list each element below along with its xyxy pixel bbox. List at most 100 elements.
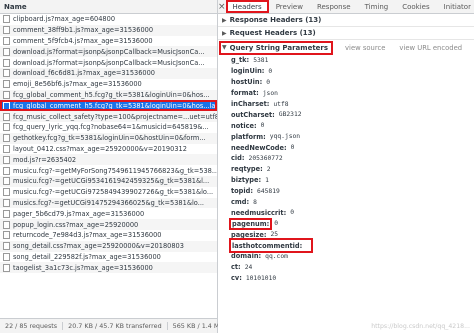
file-icon [3, 36, 10, 45]
request-row[interactable]: comment_5f9fcb4.js?max_age=31536000 [0, 36, 217, 47]
param-key: notice: [231, 121, 257, 130]
param-value: GB2312 [278, 111, 302, 119]
param-value: 25 [270, 231, 279, 239]
param-key: hostUin: [231, 78, 263, 87]
param-value: 8 [253, 198, 257, 206]
query-param-row: notice: 0 [231, 120, 474, 131]
request-count: 22 / 85 requests [0, 322, 64, 330]
request-name: fcg_global_comment_h5.fcg?g_tk=5381&logi… [13, 101, 217, 110]
tab-headers[interactable]: Headers [225, 0, 269, 13]
request-row[interactable]: layout_0412.css?max_age=25920000&v=20190… [0, 144, 217, 155]
request-row[interactable]: download_f6c6d81.js?max_age=31536000 [0, 67, 217, 79]
file-icon [3, 209, 10, 218]
close-icon[interactable]: × [218, 0, 226, 13]
status-bar: 22 / 85 requests 20.7 KB / 45.7 KB trans… [0, 318, 257, 333]
request-row[interactable]: song_detail.css?max_age=25920000&v=20180… [0, 240, 217, 252]
query-param-row: cmd: 8 [231, 197, 474, 208]
file-icon [3, 252, 10, 261]
request-row[interactable]: gethotkey.fcg?g_tk=5381&loginUin=0&hostU… [0, 132, 217, 144]
request-name: download.js?format=jsonp&jsonpCallback=M… [13, 58, 205, 67]
request-row[interactable]: fcg_global_comment_h5.fcg?g_tk=5381&logi… [0, 89, 217, 101]
param-value: utf8 [273, 100, 289, 108]
request-name: pager_5b6cd79.js?max_age=31536000 [13, 209, 145, 218]
request-name: song_detail.css?max_age=25920000&v=20180… [13, 242, 184, 251]
file-icon [3, 101, 10, 110]
request-headers-section[interactable]: ▶ Request Headers (13) [218, 27, 474, 40]
param-key: g_tk: [231, 56, 250, 65]
tab-preview[interactable]: Preview [269, 0, 310, 13]
param-value: yqq.json [269, 133, 301, 141]
file-icon [3, 58, 10, 67]
query-param-row: lasthotcommentid: [229, 238, 313, 254]
file-icon [3, 80, 10, 89]
tab-response[interactable]: Response [310, 0, 358, 13]
request-name: fcg_music_collect_safety?type=100&projec… [13, 112, 217, 121]
request-row[interactable]: musicu.fcg?-=getMyForSong754961194576682… [0, 165, 217, 176]
query-param-row: needmusiccrit: 0 [231, 207, 474, 218]
param-key: format: [231, 89, 259, 98]
request-name: musicu.fcg?-=getMyForSong754961194576682… [13, 166, 217, 175]
param-key: outCharset: [231, 110, 275, 119]
query-string-section: ▼ Query String Parameters view source vi… [218, 40, 474, 55]
query-param-row: biztype: 1 [231, 175, 474, 186]
request-row[interactable]: comment_38ff9b1.js?max_age=31536000 [0, 24, 217, 36]
request-row[interactable]: clipboard.js?max_age=604800 [0, 14, 217, 25]
file-icon [3, 144, 10, 153]
param-key: needNewCode: [231, 143, 287, 152]
tab-timing[interactable]: Timing [358, 0, 396, 13]
file-icon [3, 90, 10, 99]
request-row[interactable]: fcg_global_comment_h5.fcg?g_tk=5381&logi… [0, 100, 217, 112]
param-key: reqtype: [231, 165, 263, 174]
request-name: fcg_global_comment_h5.fcg?g_tk=5381&logi… [13, 90, 210, 99]
query-param-row: topid: 645819 [231, 186, 474, 197]
param-value: json [262, 89, 278, 97]
param-value: 10101010 [245, 274, 277, 282]
request-row[interactable]: fcg_music_collect_safety?type=100&projec… [0, 111, 217, 122]
request-row[interactable]: returncode_7e984d3.js?max_age=31536000 [0, 230, 217, 241]
param-key: lasthotcommentid: [232, 241, 303, 250]
param-key: pagesize: [231, 230, 267, 239]
param-value: 205360772 [248, 154, 283, 162]
param-value: 2 [266, 165, 271, 173]
file-icon [3, 166, 10, 175]
view-url-encoded-link[interactable]: view URL encoded [399, 44, 462, 52]
request-row[interactable]: taogelist_3a1c73c.js?max_age=31536000 [0, 262, 217, 274]
request-name: download.js?format=jsonp&jsonpCallback=M… [13, 47, 205, 56]
request-row[interactable]: download.js?format=jsonp&jsonpCallback=M… [0, 57, 217, 68]
view-source-link[interactable]: view source [345, 44, 385, 52]
request-detail-pane: × Headers Preview Response Timing Cookie… [218, 0, 474, 333]
query-string-toggle[interactable]: ▼ Query String Parameters [218, 40, 334, 55]
query-string-title: Query String Parameters [229, 43, 329, 52]
query-param-row: g_tk: 5381 [231, 55, 474, 66]
query-param-row: domain: qq.com [231, 251, 474, 262]
request-row[interactable]: popup_login.css?max_age=25920000 [0, 219, 217, 230]
request-row[interactable]: musics.fcg?-=getUCGi91475294366025&g_tk=… [0, 197, 217, 209]
request-row[interactable]: musicu.fcg?-=getUCGi9725849439902726&g_t… [0, 187, 217, 198]
file-icon [3, 69, 10, 78]
param-value: 24 [244, 263, 253, 271]
param-value: 0 [274, 220, 279, 228]
request-row[interactable]: musicu.fcg?-=getUCGi9534161942459325&g_t… [0, 175, 217, 187]
request-name: mod.js?r=2635402 [13, 155, 77, 164]
response-headers-title: Response Headers (13) [229, 16, 322, 24]
param-key: platform: [231, 132, 266, 141]
request-name: musics.fcg?-=getUCGi91475294366025&g_tk=… [13, 198, 205, 207]
query-param-row: ct: 24 [231, 262, 474, 273]
tab-initiator[interactable]: Initiator [437, 0, 474, 13]
param-value: 1 [265, 176, 269, 184]
request-name: layout_0412.css?max_age=25920000&v=20190… [13, 144, 187, 153]
request-row[interactable]: fcg_query_lyric_yqq.fcg?nobase64=1&music… [0, 122, 217, 133]
request-row[interactable]: download.js?format=jsonp&jsonpCallback=M… [0, 46, 217, 58]
request-name: fcg_query_lyric_yqq.fcg?nobase64=1&music… [13, 123, 209, 132]
request-name: taogelist_3a1c73c.js?max_age=31536000 [13, 263, 153, 272]
param-key: pagenum: [228, 217, 273, 230]
response-headers-section[interactable]: ▶ Response Headers (13) [218, 14, 474, 27]
param-key: ct: [231, 263, 241, 272]
name-column-header[interactable]: Name [0, 0, 217, 14]
request-row[interactable]: emoji_8e56bf6.js?max_age=31536000 [0, 79, 217, 90]
request-row[interactable]: song_detail_229582f.js?max_age=31536000 [0, 252, 217, 263]
request-row[interactable]: mod.js?r=2635402 [0, 154, 217, 166]
query-params-list: g_tk: 5381 loginUin: 0 hostUin: 0 format: json i… [218, 55, 474, 284]
tab-cookies[interactable]: Cookies [395, 0, 436, 13]
request-row[interactable]: pager_5b6cd79.js?max_age=31536000 [0, 208, 217, 219]
